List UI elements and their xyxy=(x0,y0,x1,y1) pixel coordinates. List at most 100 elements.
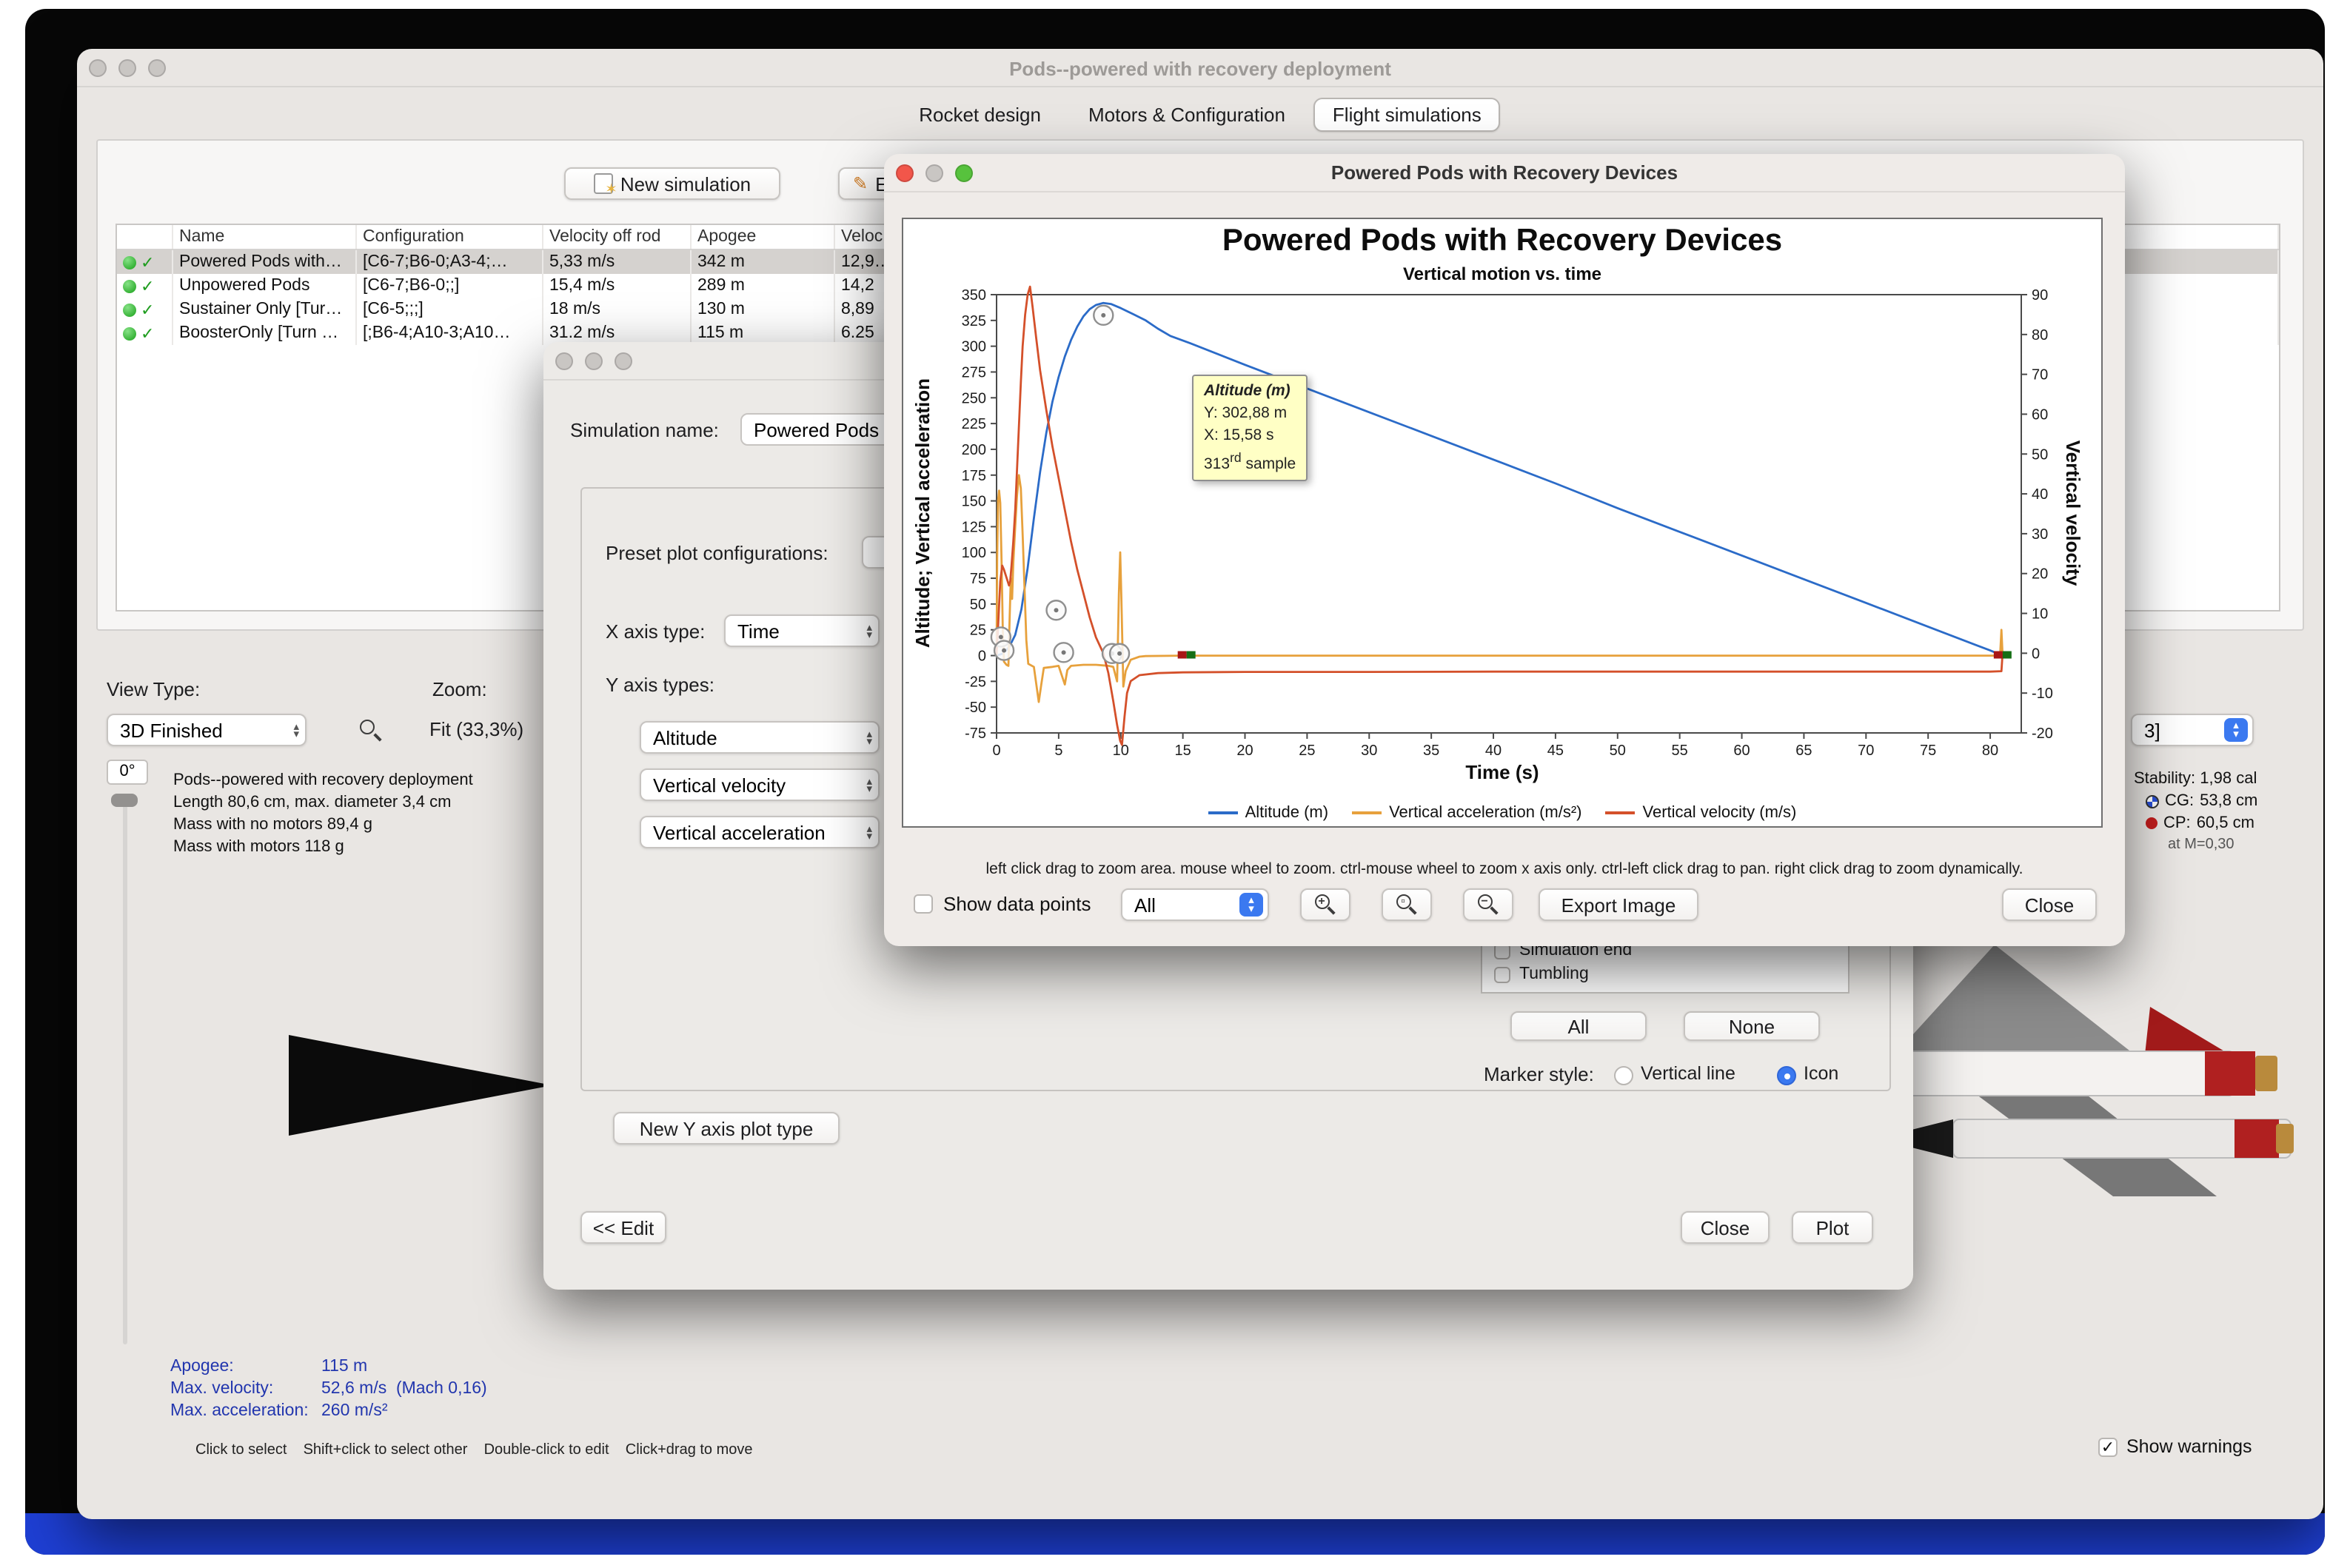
x-axis-type-value: Time xyxy=(737,620,780,642)
event-label: Tumbling xyxy=(1519,965,1589,983)
svg-text:90: 90 xyxy=(2032,287,2048,304)
svg-text:35: 35 xyxy=(1423,743,1439,759)
zoom-label: Zoom: xyxy=(432,678,487,700)
show-warnings-control[interactable]: ✓ Show warnings xyxy=(2098,1436,2252,1457)
svg-text:80: 80 xyxy=(2032,327,2048,344)
tab-motors-configuration[interactable]: Motors & Configuration xyxy=(1069,98,1305,132)
rotation-value[interactable]: 0° xyxy=(107,760,148,785)
column-name[interactable]: Name xyxy=(173,225,357,249)
status-cell: ✓ xyxy=(117,321,173,345)
event-checkbox[interactable] xyxy=(1494,966,1510,982)
y-axis-type-value: Vertical velocity xyxy=(653,774,786,796)
zoom-magnifier-icon[interactable] xyxy=(358,718,384,743)
max-acceleration-stat: Max. acceleration: 260 m/s² xyxy=(170,1402,388,1420)
zoom-out-button[interactable]: − xyxy=(1463,888,1513,921)
plot-canvas[interactable]: 0 5 10 15 20 25 30 35 40 45 50 55 60 65 70 75 80 -75 -50 -2… xyxy=(903,219,2104,829)
zoom-in-button[interactable]: + xyxy=(1300,888,1350,921)
cell-configuration: [C6-5;;;] xyxy=(357,298,543,321)
marker-style-label: Marker style: xyxy=(1484,1063,1594,1085)
tooltip-series: Altitude (m) xyxy=(1204,382,1291,400)
svg-text:150: 150 xyxy=(962,494,986,510)
chevron-updown-icon: ▴▾ xyxy=(866,821,872,842)
zoom-box-icon: ▫ xyxy=(1394,892,1419,917)
dialog-close-button[interactable]: Close xyxy=(1681,1211,1770,1244)
marker-vertical-line-label[interactable]: Vertical line xyxy=(1641,1063,1735,1084)
svg-text:75: 75 xyxy=(1920,743,1936,759)
event-item[interactable]: Tumbling xyxy=(1494,965,1589,983)
rocket-info: Pods--powered with recovery deployment L… xyxy=(173,770,473,859)
chart-panel[interactable]: Powered Pods with Recovery Devices Verti… xyxy=(902,218,2103,828)
show-warnings-checkbox[interactable]: ✓ xyxy=(2098,1437,2118,1456)
legend-label: Altitude (m) xyxy=(1245,804,1329,822)
cell-apogee: 130 m xyxy=(692,298,835,321)
svg-text:225: 225 xyxy=(962,416,986,432)
check-icon: ✓ xyxy=(141,254,155,272)
cell-name: Unpowered Pods xyxy=(173,274,357,298)
svg-text:50: 50 xyxy=(2032,446,2048,463)
plot-usage-hint: left click drag to zoom area. mouse whee… xyxy=(985,860,2023,878)
status-ok-icon xyxy=(123,279,136,292)
svg-text:25: 25 xyxy=(1299,743,1315,759)
show-data-points-checkbox[interactable] xyxy=(914,894,933,914)
y-axis-types-label: Y axis types: xyxy=(606,674,714,696)
svg-text:30: 30 xyxy=(2032,526,2048,543)
plot-close-button[interactable]: Close xyxy=(2002,888,2097,921)
y-axis-type-select[interactable]: Vertical acceleration ▴ ▾ xyxy=(640,816,880,848)
svg-text:50: 50 xyxy=(1610,743,1626,759)
edit-back-button[interactable]: << Edit xyxy=(580,1211,666,1244)
max-velocity-stat: Max. velocity: 52,6 m/s (Mach 0,16) xyxy=(170,1380,487,1398)
events-all-button[interactable]: All xyxy=(1510,1011,1647,1041)
close-window-icon[interactable] xyxy=(555,352,573,369)
new-simulation-button[interactable]: ✶ New simulation xyxy=(564,167,780,200)
svg-text:0: 0 xyxy=(992,743,1000,759)
events-none-button[interactable]: None xyxy=(1684,1011,1820,1041)
view-type-select[interactable]: 3D Finished ▴ ▾ xyxy=(107,714,307,746)
cell-name: Sustainer Only [Tur… xyxy=(173,298,357,321)
stability-value: 1,98 cal xyxy=(2200,770,2257,788)
column-configuration[interactable]: Configuration xyxy=(357,225,543,249)
y-axis-type-select[interactable]: Vertical velocity ▴ ▾ xyxy=(640,768,880,801)
chevron-updown-icon: ▴▾ xyxy=(866,620,872,641)
configuration-select[interactable]: 3] ▴ ▾ xyxy=(2131,714,2254,746)
series-filter-select[interactable]: All ▴ ▾ xyxy=(1121,888,1269,921)
y-axis-type-value: Altitude xyxy=(653,726,717,748)
column-apogee[interactable]: Apogee xyxy=(692,225,835,249)
svg-text:70: 70 xyxy=(1858,743,1874,759)
show-data-points-control[interactable]: Show data points xyxy=(914,893,1091,915)
zoom-window-icon[interactable] xyxy=(615,352,632,369)
tab-flight-simulations[interactable]: Flight simulations xyxy=(1313,98,1501,132)
zoom-value[interactable]: Fit (33,3%) xyxy=(429,718,523,740)
marker-icon-label[interactable]: Icon xyxy=(1804,1063,1838,1084)
main-tabs: Rocket design Motors & Configuration Fli… xyxy=(77,98,2323,132)
chevron-updown-icon: ▴▾ xyxy=(866,726,872,748)
status-ok-icon xyxy=(123,326,136,340)
new-y-axis-plot-type-button[interactable]: New Y axis plot type xyxy=(613,1112,840,1145)
main-titlebar[interactable]: Pods--powered with recovery deployment xyxy=(77,49,2323,87)
svg-text:-25: -25 xyxy=(965,674,986,690)
svg-text:55: 55 xyxy=(1672,743,1688,759)
svg-text:70: 70 xyxy=(2032,367,2048,383)
x-axis-type-label: X axis type: xyxy=(606,620,706,643)
y-axis-type-value: Vertical acceleration xyxy=(653,821,826,843)
dialog-plot-button[interactable]: Plot xyxy=(1792,1211,1873,1244)
marker-icon-radio[interactable] xyxy=(1777,1066,1796,1085)
marker-vertical-line-radio[interactable] xyxy=(1614,1066,1633,1085)
rotation-slider-handle[interactable] xyxy=(111,794,138,807)
svg-text:275: 275 xyxy=(962,364,986,381)
zoom-reset-button[interactable]: ▫ xyxy=(1382,888,1432,921)
rocket-info-line: Pods--powered with recovery deployment xyxy=(173,771,473,789)
tab-rocket-design[interactable]: Rocket design xyxy=(900,98,1060,132)
svg-text:20: 20 xyxy=(1236,743,1253,759)
export-image-button[interactable]: Export Image xyxy=(1539,888,1698,921)
rotation-slider-track[interactable] xyxy=(123,794,127,1344)
zoom-in-icon: + xyxy=(1313,892,1338,917)
show-warnings-label: Show warnings xyxy=(2126,1436,2252,1457)
chevron-updown-icon: ▴▾ xyxy=(1239,893,1263,917)
x-axis-type-select[interactable]: Time ▴ ▾ xyxy=(724,614,880,647)
column-velocity-off-rod[interactable]: Velocity off rod xyxy=(543,225,692,249)
plot-titlebar[interactable]: Powered Pods with Recovery Devices xyxy=(884,154,2125,192)
rocket-info-line: Mass with no motors 89,4 g xyxy=(173,816,373,834)
chevron-updown-icon: ▴▾ xyxy=(293,719,299,740)
y-axis-type-select[interactable]: Altitude ▴ ▾ xyxy=(640,721,880,754)
minimize-window-icon[interactable] xyxy=(585,352,603,369)
